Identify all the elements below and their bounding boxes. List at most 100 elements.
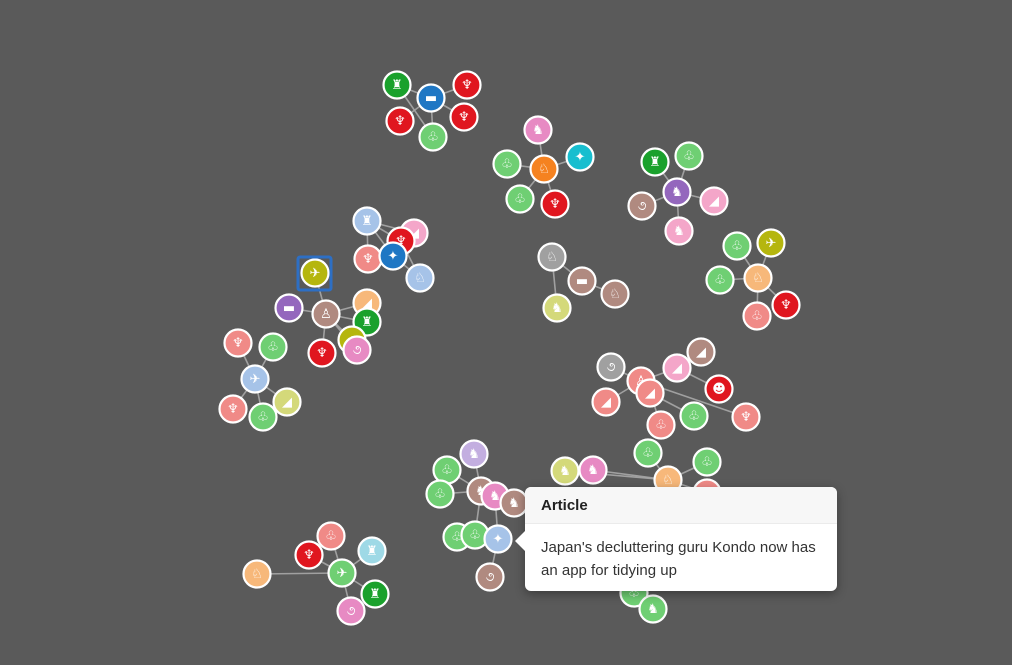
fish-icon: ◢ xyxy=(282,395,292,410)
article-node[interactable]: ♘ xyxy=(405,263,435,293)
article-node[interactable]: ♆ xyxy=(731,402,761,432)
article-node[interactable]: ♆ xyxy=(218,394,248,424)
article-node[interactable]: ☻ xyxy=(704,374,734,404)
article-node[interactable]: ✈ xyxy=(327,558,357,588)
leaf-icon: ♧ xyxy=(642,446,654,461)
cat-icon: ♞ xyxy=(647,602,659,617)
article-node[interactable]: ૭ xyxy=(342,335,372,365)
article-node[interactable]: ✦ xyxy=(378,241,408,271)
article-node[interactable]: ♞ xyxy=(550,456,580,486)
article-node[interactable]: ♆ xyxy=(452,70,482,100)
article-node[interactable]: ♧ xyxy=(633,438,663,468)
fish-icon: ◢ xyxy=(696,345,706,360)
article-node[interactable]: ♘ xyxy=(242,559,272,589)
article-node[interactable]: ♘ xyxy=(600,279,630,309)
article-node[interactable]: ♜ xyxy=(352,206,382,236)
article-node[interactable]: ♆ xyxy=(307,338,337,368)
article-node[interactable]: ♞ xyxy=(638,594,668,624)
article-node[interactable]: ▬ xyxy=(416,83,446,113)
article-node[interactable]: ૭ xyxy=(336,596,366,626)
article-node[interactable]: ♧ xyxy=(418,122,448,152)
popover-title: Article xyxy=(525,487,837,524)
article-node[interactable]: ♞ xyxy=(523,115,553,145)
plane-icon: ✈ xyxy=(337,566,348,581)
article-node[interactable]: ♆ xyxy=(771,290,801,320)
article-node[interactable]: ♞ xyxy=(578,455,608,485)
leaf-icon: ♧ xyxy=(714,273,726,288)
cat-icon: ♞ xyxy=(587,463,599,478)
network-graph[interactable]: ♜▬♆♆ ♆♧ ♞✦♧ ♘♧ ♆♜ ♧♞૭ ◢♞♧ ✈♧ ♘♆♧♘▬♘♞♜◢♆♆ ✦♘✈▬ ♙◢♜૭… xyxy=(0,0,1012,665)
article-node[interactable]: ૭ xyxy=(627,191,657,221)
article-node[interactable]: ♜ xyxy=(357,536,387,566)
article-node[interactable]: ♧ xyxy=(705,265,735,295)
article-node[interactable]: ♆ xyxy=(540,189,570,219)
article-node[interactable]: ♞ xyxy=(459,439,489,469)
article-node[interactable]: ♜ xyxy=(382,70,412,100)
article-node[interactable]: ♞ xyxy=(542,293,572,323)
article-node[interactable]: ♧ xyxy=(679,401,709,431)
tank-icon: ▬ xyxy=(283,301,295,316)
animal-icon: ♘ xyxy=(609,287,621,302)
fish-icon: ◢ xyxy=(645,386,655,401)
article-node[interactable]: ✈ xyxy=(756,228,786,258)
article-node[interactable]: ♞ xyxy=(499,488,529,518)
article-node[interactable]: ♧ xyxy=(425,479,455,509)
vehicle-icon: ♜ xyxy=(369,587,381,602)
article-node[interactable]: ♧ xyxy=(646,410,676,440)
article-node[interactable]: ▬ xyxy=(567,266,597,296)
article-node[interactable]: ♧ xyxy=(316,521,346,551)
article-node[interactable]: ✦ xyxy=(565,142,595,172)
fish-icon: ◢ xyxy=(601,395,611,410)
article-node[interactable]: ♆ xyxy=(449,102,479,132)
article-node[interactable]: ◢ xyxy=(272,387,302,417)
bat-icon: ♆ xyxy=(394,114,406,129)
article-node[interactable]: ♧ xyxy=(505,184,535,214)
article-node[interactable]: ♧ xyxy=(492,149,522,179)
article-node[interactable]: ♜ xyxy=(640,147,670,177)
article-node[interactable]: ♞ xyxy=(662,177,692,207)
vehicle-icon: ♜ xyxy=(391,78,403,93)
leaf-icon: ♧ xyxy=(469,528,481,543)
article-node[interactable]: ♘ xyxy=(529,154,559,184)
article-node[interactable]: ◢ xyxy=(699,186,729,216)
leaf-icon: ♧ xyxy=(683,149,695,164)
vehicle-icon: ♜ xyxy=(366,544,378,559)
article-node[interactable]: ◢ xyxy=(591,387,621,417)
article-node[interactable]: ♆ xyxy=(353,244,383,274)
leaf-icon: ♧ xyxy=(731,239,743,254)
article-node[interactable]: ✈ xyxy=(240,364,270,394)
article-node[interactable]: ✈ xyxy=(300,258,330,288)
article-node[interactable]: ♧ xyxy=(722,231,752,261)
leaf-icon: ♧ xyxy=(434,487,446,502)
article-node[interactable]: ♧ xyxy=(258,332,288,362)
article-node[interactable]: ♆ xyxy=(385,106,415,136)
article-node[interactable]: ◢ xyxy=(635,378,665,408)
cat-icon: ♞ xyxy=(559,464,571,479)
leaf-icon: ♧ xyxy=(257,410,269,425)
article-node[interactable]: ▬ xyxy=(274,293,304,323)
fish-icon: ◢ xyxy=(709,194,719,209)
bat-icon: ♆ xyxy=(227,402,239,417)
article-node[interactable]: ◢ xyxy=(686,337,716,367)
article-node[interactable]: ૭ xyxy=(475,562,505,592)
article-node[interactable]: ♞ xyxy=(664,216,694,246)
article-node[interactable]: ♧ xyxy=(742,301,772,331)
article-node[interactable]: ♆ xyxy=(223,328,253,358)
vehicle-icon: ♜ xyxy=(649,155,661,170)
article-node[interactable]: ♧ xyxy=(674,141,704,171)
article-node[interactable]: ♆ xyxy=(294,540,324,570)
article-node[interactable]: ◢ xyxy=(662,353,692,383)
bat-icon: ♆ xyxy=(316,346,328,361)
article-node[interactable]: ♘ xyxy=(743,263,773,293)
article-node[interactable]: ૭ xyxy=(596,352,626,382)
article-node[interactable]: ♧ xyxy=(248,402,278,432)
bat-icon: ♆ xyxy=(303,548,315,563)
article-node[interactable]: ♙ xyxy=(311,299,341,329)
article-node[interactable]: ♘ xyxy=(537,242,567,272)
article-node[interactable]: ♧ xyxy=(432,455,462,485)
tank-icon: ▬ xyxy=(576,274,588,289)
article-node[interactable]: ♜ xyxy=(360,579,390,609)
article-node[interactable]: ✦ xyxy=(483,524,513,554)
article-node[interactable]: ♧ xyxy=(692,447,722,477)
cat-icon: ♞ xyxy=(468,447,480,462)
